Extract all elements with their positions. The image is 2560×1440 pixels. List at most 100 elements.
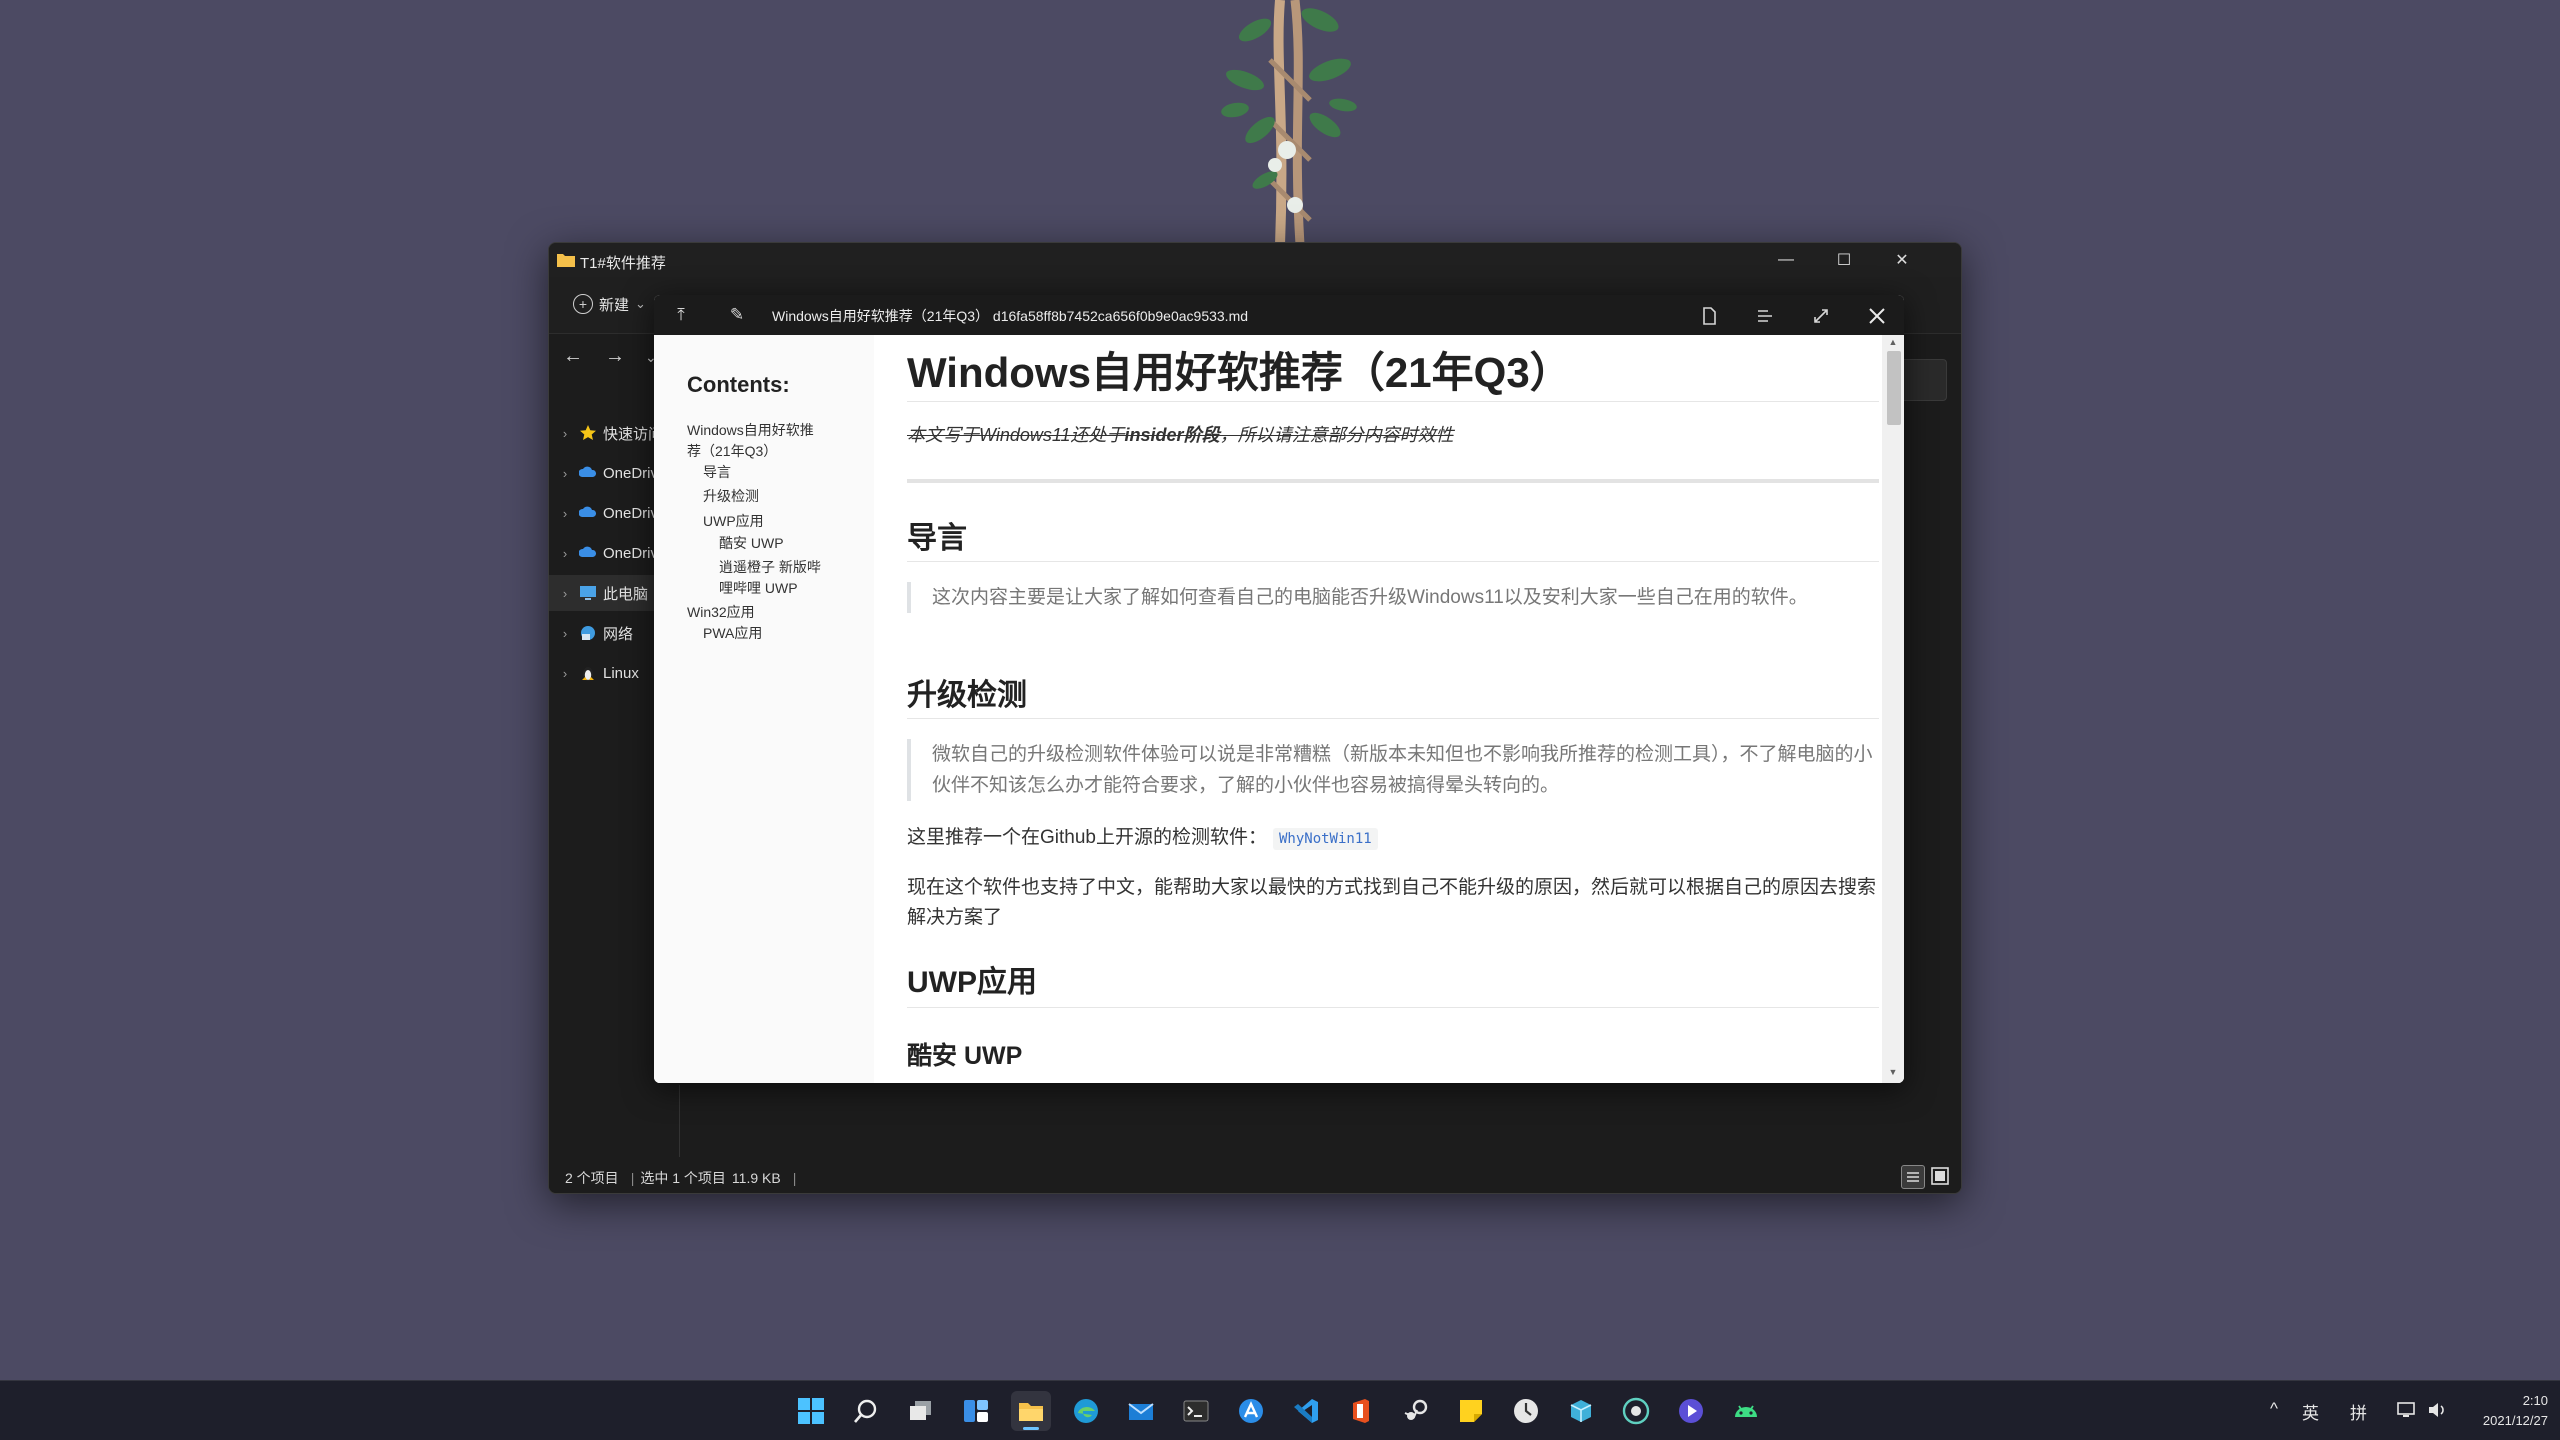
markdown-content: Windows自用好软推荐（21年Q3） 本文写于Windows11还处于ins… <box>907 335 1879 1083</box>
taskbar-office[interactable] <box>1341 1391 1381 1431</box>
taskbar-mail[interactable] <box>1121 1391 1161 1431</box>
expand-chevron-icon[interactable]: › <box>555 546 575 561</box>
close-button[interactable]: ✕ <box>1873 243 1931 277</box>
taskbar-arc[interactable] <box>1231 1391 1271 1431</box>
scroll-up-icon[interactable]: ▲ <box>1882 337 1904 351</box>
onedrive-icon <box>579 546 596 557</box>
inline-code: WhyNotWin11 <box>1272 828 1378 850</box>
preview-title-bar[interactable]: ⤒ ✎ Windows自用好软推荐（21年Q3） d16fa58ff8b7452… <box>654 295 1904 335</box>
status-separator: | <box>630 1170 635 1186</box>
taskbar-android[interactable] <box>1726 1391 1766 1431</box>
large-icons-view-icon[interactable] <box>1929 1165 1951 1187</box>
scroll-thumb[interactable] <box>1887 351 1901 425</box>
close-icon[interactable] <box>1866 305 1888 327</box>
toc-item[interactable]: UWP应用 <box>703 511 764 532</box>
status-bar: 2 个项目 | 选中 1 个项目 11.9 KB | <box>549 1159 1961 1193</box>
file-explorer-icon <box>1019 1403 1043 1421</box>
toc-item[interactable]: Windows自用好软推 <box>687 420 814 441</box>
explorer-title: T1#软件推荐 <box>580 255 666 272</box>
network-status-icon[interactable] <box>2396 1399 2418 1421</box>
taskbar-file-explorer[interactable] <box>1011 1391 1051 1431</box>
maximize-button[interactable]: ☐ <box>1815 243 1873 277</box>
taskbar-play[interactable] <box>1671 1391 1711 1431</box>
navigation-buttons: ← → ⌄ <box>549 333 659 381</box>
expand-chevron-icon[interactable]: › <box>555 626 575 641</box>
maximize-icon: ☐ <box>1836 252 1852 269</box>
toc-item[interactable]: 荐（21年Q3） <box>687 441 777 462</box>
search-button[interactable] <box>846 1391 886 1431</box>
show-hidden-icons-chevron[interactable]: ^ <box>2270 1399 2278 1419</box>
note-text-post: ，所以请注意部分内容时效性 <box>1219 425 1454 445</box>
windows-start-icon <box>798 1398 824 1424</box>
explorer-title-bar[interactable]: T1#软件推荐 — ☐ ✕ <box>549 243 1961 277</box>
volume-icon[interactable] <box>2426 1399 2448 1421</box>
toc-item[interactable]: 升级检测 <box>703 486 759 507</box>
sticky-notes-icon <box>1460 1400 1482 1422</box>
clock-time: 2:10 <box>2522 1393 2548 1408</box>
status-separator: | <box>792 1170 797 1186</box>
fullscreen-icon[interactable] <box>1810 305 1832 327</box>
start-button[interactable] <box>791 1391 831 1431</box>
taskbar-media-app[interactable] <box>1616 1391 1656 1431</box>
minimize-icon: — <box>1778 251 1794 268</box>
expand-chevron-icon[interactable]: › <box>555 466 575 481</box>
toc-item[interactable]: 哩哔哩 UWP <box>719 578 798 599</box>
taskbar-sticky-notes[interactable] <box>1451 1391 1491 1431</box>
pin-icon[interactable]: ✎ <box>726 305 748 327</box>
toc-item[interactable]: 逍遥橙子 新版哔 <box>719 557 821 578</box>
wallpaper-plant <box>1221 0 1357 245</box>
markdown-preview-window: ⤒ ✎ Windows自用好软推荐（21年Q3） d16fa58ff8b7452… <box>654 295 1904 1083</box>
new-button[interactable]: + 新建 ⌄ <box>573 289 646 319</box>
taskbar-package[interactable] <box>1561 1391 1601 1431</box>
item-count: 2 个项目 <box>565 1170 619 1186</box>
taskbar-edge[interactable] <box>1066 1391 1106 1431</box>
taskbar-steam[interactable] <box>1396 1391 1436 1431</box>
active-indicator <box>1023 1427 1039 1430</box>
taskbar-terminal[interactable] <box>1176 1391 1216 1431</box>
ime-language-indicator[interactable]: 英 <box>2302 1399 2319 1424</box>
linux-icon <box>582 667 594 681</box>
clock-date: 2021/12/27 <box>2482 1413 2548 1428</box>
office-icon <box>1353 1399 1369 1423</box>
plus-circle-icon: + <box>573 294 593 314</box>
toc-item[interactable]: 导言 <box>703 462 731 483</box>
recommend-text: 这里推荐一个在Github上开源的检测软件： <box>907 827 1267 848</box>
preview-body: Contents: Windows自用好软推 荐（21年Q3） 导言 升级检测 … <box>654 335 1904 1083</box>
scroll-down-icon[interactable]: ▼ <box>1882 1067 1904 1081</box>
toc-item[interactable]: 酷安 UWP <box>719 533 784 554</box>
expand-chevron-icon[interactable]: › <box>555 586 575 601</box>
heading-rule <box>907 561 1879 562</box>
timeliness-note: 本文写于Windows11还处于insider阶段，所以请注意部分内容时效性 <box>907 421 1454 447</box>
note-text-bold: insider阶段 <box>1124 425 1220 445</box>
taskbar-clock-app[interactable] <box>1506 1391 1546 1431</box>
toc-item[interactable]: PWA应用 <box>703 623 762 644</box>
terminal-icon <box>1183 1400 1209 1422</box>
mail-icon <box>1128 1403 1154 1420</box>
heading-upgrade-check: 升级检测 <box>907 679 1027 712</box>
expand-chevron-icon[interactable]: › <box>555 666 575 681</box>
details-view-icon[interactable] <box>1901 1165 1925 1189</box>
widgets-button[interactable] <box>956 1391 996 1431</box>
toc-item[interactable]: Win32应用 <box>687 602 755 623</box>
new-button-label: 新建 <box>599 296 630 314</box>
open-file-icon[interactable] <box>1698 305 1720 327</box>
expand-chevron-icon[interactable]: › <box>555 426 575 441</box>
horizontal-rule <box>907 479 1879 483</box>
forward-arrow-icon[interactable]: → <box>605 345 625 368</box>
file-list-area[interactable] <box>679 1085 1960 1157</box>
task-view-button[interactable] <box>901 1391 941 1431</box>
ime-mode-indicator[interactable]: 拼 <box>2350 1399 2367 1424</box>
back-arrow-icon[interactable]: ← <box>563 345 583 368</box>
clock-app-icon <box>1514 1399 1538 1423</box>
system-clock[interactable]: 2:10 2021/12/27 <box>2452 1391 2548 1431</box>
chevron-down-icon: ⌄ <box>635 296 646 311</box>
selection-size: 11.9 KB <box>731 1170 781 1186</box>
minimize-button[interactable]: — <box>1757 243 1815 277</box>
media-app-icon <box>1622 1397 1650 1425</box>
move-to-top-icon[interactable]: ⤒ <box>670 305 692 327</box>
expand-chevron-icon[interactable]: › <box>555 506 575 521</box>
heading-uwp: UWP应用 <box>907 966 1037 999</box>
vertical-scrollbar[interactable]: ▲ ▼ <box>1882 335 1904 1083</box>
taskbar-vscode[interactable] <box>1286 1391 1326 1431</box>
open-with-icon[interactable] <box>1754 305 1776 327</box>
